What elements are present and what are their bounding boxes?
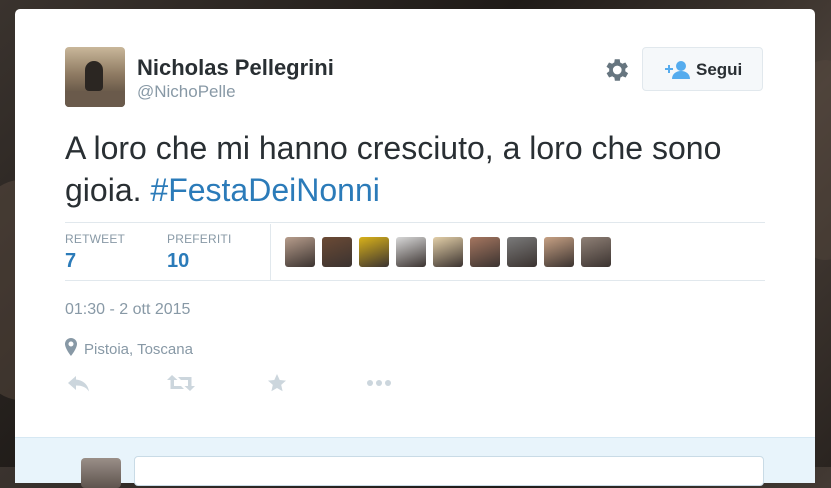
- more-icon[interactable]: [366, 373, 392, 393]
- favoriter-avatar[interactable]: [544, 237, 574, 267]
- follow-label: Segui: [696, 60, 743, 79]
- tweet-text: A loro che mi hanno cresciuto, a loro ch…: [65, 127, 755, 211]
- star-icon[interactable]: [267, 373, 287, 393]
- retweet-count[interactable]: 7: [65, 250, 76, 273]
- retweet-stat-label: RETWEET: [65, 232, 126, 246]
- reply-icon[interactable]: [67, 373, 91, 393]
- divider: [65, 222, 765, 223]
- reply-bar: [15, 437, 815, 488]
- author-handle[interactable]: @NichoPelle: [137, 82, 236, 102]
- favoriter-avatar[interactable]: [285, 237, 315, 267]
- retweet-icon[interactable]: [167, 373, 195, 393]
- favorites-count[interactable]: 10: [167, 250, 189, 273]
- timestamp[interactable]: 01:30 - 2 ott 2015: [65, 301, 190, 319]
- author-name[interactable]: Nicholas Pellegrini: [137, 55, 334, 81]
- avatar[interactable]: [65, 47, 125, 107]
- current-user-avatar: [81, 458, 121, 488]
- favoriter-avatar[interactable]: [359, 237, 389, 267]
- favoriter-avatar[interactable]: [433, 237, 463, 267]
- stats-divider: [270, 224, 271, 280]
- divider: [65, 280, 765, 281]
- hashtag-link[interactable]: #FestaDeiNonni: [150, 172, 379, 208]
- follow-button[interactable]: Segui: [642, 47, 763, 91]
- location-link[interactable]: Pistoia, Toscana: [84, 341, 193, 358]
- favoriter-avatar[interactable]: [322, 237, 352, 267]
- favoriter-avatar[interactable]: [507, 237, 537, 267]
- favoriter-avatar[interactable]: [470, 237, 500, 267]
- favoriter-avatar[interactable]: [396, 237, 426, 267]
- add-user-icon: [665, 61, 690, 79]
- tweet-card: Nicholas Pellegrini @NichoPelle Segui A …: [15, 9, 815, 488]
- favorites-stat-label: PREFERITI: [167, 232, 232, 246]
- favoriter-avatar[interactable]: [581, 237, 611, 267]
- location-pin-icon: [65, 338, 77, 356]
- reply-input[interactable]: [134, 456, 764, 486]
- gear-icon[interactable]: [601, 55, 631, 85]
